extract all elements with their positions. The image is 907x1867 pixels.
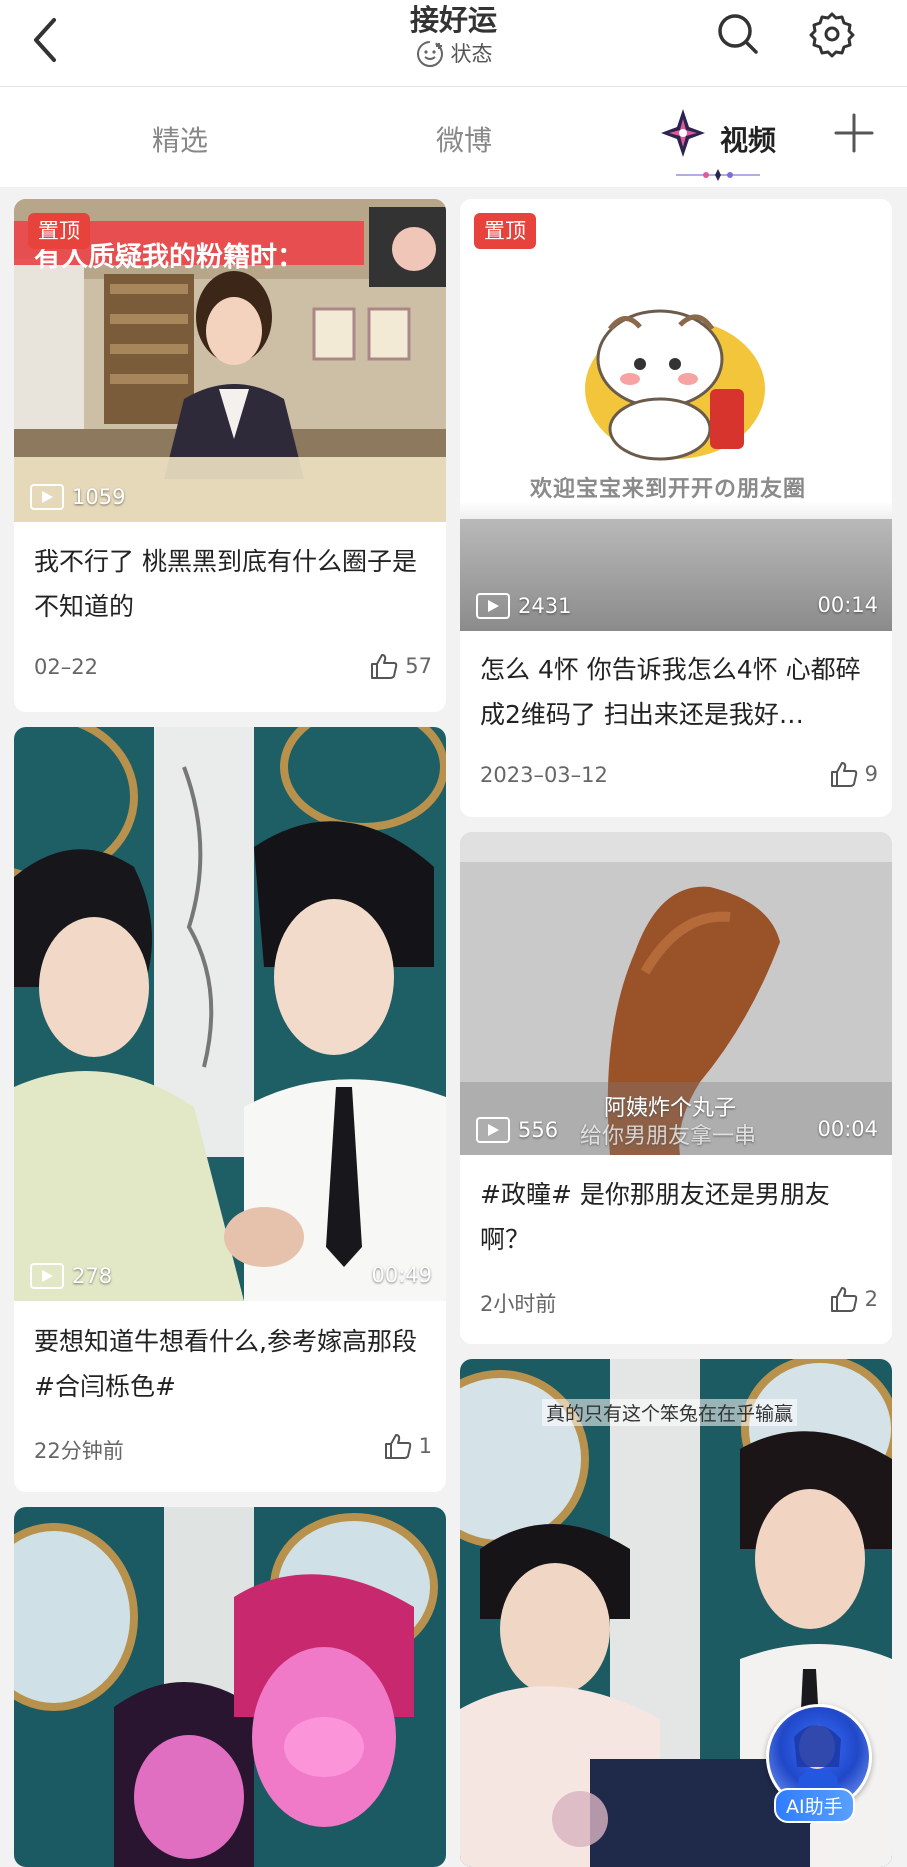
like-count: 9 xyxy=(864,762,878,786)
video-thumbnail xyxy=(14,1507,446,1867)
title-block: 接好运 状态 xyxy=(0,0,907,73)
sheep-sticker-image xyxy=(460,199,892,631)
video-thumbnail: 欢迎宝宝来到开开の朋友圈 置顶 2431 00:14 xyxy=(460,199,892,631)
post-date: 22分钟前 xyxy=(34,1439,124,1463)
like-button[interactable]: 57 xyxy=(369,651,432,681)
tab-weibo[interactable]: 微博 xyxy=(436,119,492,159)
video-duration: 00:04 xyxy=(817,1117,878,1141)
like-button[interactable]: 2 xyxy=(829,1284,878,1314)
video-card[interactable]: 有人质疑我的粉籍时： 置顶 1059 我不行了 桃黑黑到底有什么圈子是不知道的 … xyxy=(14,199,446,712)
pinned-badge: 置顶 xyxy=(28,213,90,249)
overlay-caption-line2: 给你男朋友拿一串 xyxy=(580,1124,757,1149)
tab-video[interactable]: 视频 xyxy=(720,119,776,159)
thumbs-up-icon xyxy=(830,1287,857,1312)
search-icon xyxy=(718,14,758,54)
play-icon xyxy=(30,1263,64,1289)
thumbs-up-icon xyxy=(830,762,857,787)
video-card[interactable]: 278 00:49 要想知道牛想看什么,参考嫁高那段#合闫栎色# 22分钟前 1 xyxy=(14,727,446,1492)
card-title: 要想知道牛想看什么,参考嫁高那段#合闫栎色# xyxy=(34,1327,417,1401)
video-card[interactable] xyxy=(14,1507,446,1867)
like-count: 1 xyxy=(418,1434,432,1458)
plus-icon xyxy=(834,113,874,153)
play-count: 556 xyxy=(476,1117,558,1143)
pinned-badge: 置顶 xyxy=(474,213,536,249)
play-icon xyxy=(30,484,64,510)
video-tab-emblem-icon xyxy=(657,105,709,161)
chevron-left-icon xyxy=(34,18,56,62)
video-card[interactable]: 欢迎宝宝来到开开の朋友圈 置顶 2431 00:14 怎么 4怀 你告诉我怎么4… xyxy=(460,199,892,817)
post-date: 02–22 xyxy=(34,655,98,679)
card-title: #政瞳# 是你那朋友还是男朋友啊？ xyxy=(480,1180,830,1254)
video-thumbnail: 278 00:49 xyxy=(14,727,446,1301)
play-count-value: 556 xyxy=(518,1118,559,1142)
pink-light-scene-image xyxy=(14,1507,446,1867)
video-card[interactable]: 阿姨炸个丸子 给你男朋友拿一串 556 00:04 #政瞳# 是你那朋友还是男朋… xyxy=(460,832,892,1344)
play-count: 1059 xyxy=(30,484,125,510)
like-count: 2 xyxy=(864,1287,878,1311)
back-button[interactable] xyxy=(26,8,66,64)
add-tab-button[interactable] xyxy=(832,111,876,155)
page-title: 接好运 xyxy=(409,3,497,37)
play-count: 2431 xyxy=(476,593,571,619)
status-button[interactable]: 状态 xyxy=(415,39,493,69)
status-icon xyxy=(416,41,443,67)
tab-featured[interactable]: 精选 xyxy=(152,119,208,159)
tab-bar: 精选 微博 视频 xyxy=(0,87,907,187)
overlay-caption: 真的只有这个笨兔在在乎输赢 xyxy=(542,1399,798,1426)
post-date: 2小时前 xyxy=(480,1292,557,1316)
ai-assistant-button[interactable]: AI助手 xyxy=(758,1704,878,1823)
video-thumbnail: 有人质疑我的粉籍时： 置顶 1059 xyxy=(14,199,446,522)
video-duration: 00:49 xyxy=(371,1263,432,1287)
like-button[interactable]: 9 xyxy=(829,759,878,789)
play-count: 278 xyxy=(30,1263,112,1289)
card-title: 我不行了 桃黑黑到底有什么圈子是不知道的 xyxy=(34,547,417,621)
overlay-caption: 欢迎宝宝来到开开の朋友圈 xyxy=(530,477,807,502)
gear-icon xyxy=(809,12,855,58)
ai-assistant-label: AI助手 xyxy=(774,1788,855,1823)
video-thumbnail: 阿姨炸个丸子 给你男朋友拿一串 556 00:04 xyxy=(460,832,892,1155)
top-bar: 接好运 状态 xyxy=(0,0,907,87)
two-men-scene-image xyxy=(14,727,446,1301)
play-count-value: 2431 xyxy=(518,594,572,618)
play-count-value: 278 xyxy=(72,1264,113,1288)
thumbs-up-icon xyxy=(371,654,398,679)
thumbs-up-icon xyxy=(384,1434,411,1459)
status-label: 状态 xyxy=(450,42,493,66)
settings-button[interactable] xyxy=(808,10,856,58)
like-button[interactable]: 1 xyxy=(383,1431,432,1461)
play-icon xyxy=(476,1117,510,1143)
play-icon xyxy=(476,593,510,619)
search-button[interactable] xyxy=(714,10,762,58)
active-tab-indicator xyxy=(676,167,760,181)
card-title: 怎么 4怀 你告诉我怎么4怀 心都碎成2维码了 扫出来还是我好… xyxy=(480,655,861,729)
video-duration: 00:14 xyxy=(817,593,878,617)
post-date: 2023–03–12 xyxy=(480,763,608,787)
like-count: 57 xyxy=(405,654,432,678)
play-count-value: 1059 xyxy=(72,485,126,509)
